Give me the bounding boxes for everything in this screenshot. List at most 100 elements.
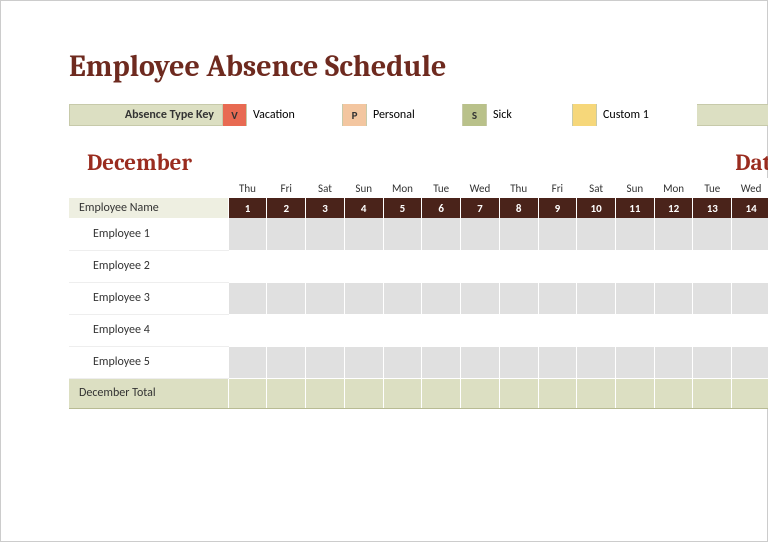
vacation-label: Vacation — [247, 104, 342, 126]
schedule-cell[interactable] — [577, 250, 616, 282]
schedule-cell[interactable] — [577, 346, 616, 378]
schedule-cell[interactable] — [228, 314, 267, 346]
sick-label: Sick — [487, 104, 572, 126]
dow-cell: Sat — [306, 178, 345, 198]
schedule-cell[interactable] — [615, 282, 654, 314]
schedule-cell[interactable] — [732, 218, 768, 250]
schedule-cell[interactable] — [615, 314, 654, 346]
dow-cell: Tue — [422, 178, 461, 198]
absence-key-row: Absence Type Key V Vacation P Personal S… — [69, 104, 768, 126]
schedule-cell[interactable] — [538, 314, 577, 346]
schedule-cell[interactable] — [267, 282, 306, 314]
schedule-cell[interactable] — [422, 250, 461, 282]
schedule-cell[interactable] — [654, 346, 693, 378]
schedule-cell[interactable] — [461, 346, 500, 378]
schedule-cell[interactable] — [499, 314, 538, 346]
day-num-cell: 1 — [228, 198, 267, 218]
schedule-cell[interactable] — [538, 346, 577, 378]
schedule-cell[interactable] — [228, 282, 267, 314]
dow-cell: Sat — [577, 178, 616, 198]
table-row: Employee 2 — [69, 250, 768, 282]
employee-name-cell[interactable]: Employee 1 — [69, 218, 228, 250]
day-num-cell: 7 — [461, 198, 500, 218]
schedule-cell[interactable] — [538, 282, 577, 314]
total-cell — [228, 378, 267, 408]
schedule-cell[interactable] — [615, 250, 654, 282]
schedule-cell[interactable] — [577, 314, 616, 346]
employee-name-cell[interactable]: Employee 3 — [69, 282, 228, 314]
schedule-cell[interactable] — [383, 218, 422, 250]
schedule-cell[interactable] — [267, 314, 306, 346]
day-num-cell: 2 — [267, 198, 306, 218]
schedule-cell[interactable] — [577, 218, 616, 250]
schedule-cell[interactable] — [422, 346, 461, 378]
schedule-cell[interactable] — [461, 282, 500, 314]
schedule-cell[interactable] — [461, 250, 500, 282]
schedule-cell[interactable] — [732, 282, 768, 314]
schedule-cell[interactable] — [499, 250, 538, 282]
day-num-cell: 12 — [654, 198, 693, 218]
schedule-cell[interactable] — [267, 346, 306, 378]
schedule-cell[interactable] — [654, 250, 693, 282]
schedule-cell[interactable] — [615, 346, 654, 378]
schedule-cell[interactable] — [383, 314, 422, 346]
schedule-cell[interactable] — [228, 218, 267, 250]
schedule-cell[interactable] — [499, 218, 538, 250]
employee-name-cell[interactable]: Employee 4 — [69, 314, 228, 346]
schedule-cell[interactable] — [306, 282, 345, 314]
schedule-cell[interactable] — [267, 218, 306, 250]
schedule-cell[interactable] — [306, 346, 345, 378]
day-num-cell: 14 — [732, 198, 768, 218]
schedule-cell[interactable] — [654, 282, 693, 314]
schedule-cell[interactable] — [499, 346, 538, 378]
dow-cell: Fri — [267, 178, 306, 198]
schedule-cell[interactable] — [422, 314, 461, 346]
schedule-cell[interactable] — [306, 218, 345, 250]
schedule-cell[interactable] — [538, 250, 577, 282]
schedule-cell[interactable] — [344, 314, 383, 346]
schedule-cell[interactable] — [693, 282, 732, 314]
day-num-cell: 9 — [538, 198, 577, 218]
employee-name-cell[interactable]: Employee 5 — [69, 346, 228, 378]
table-row: Employee 5 — [69, 346, 768, 378]
dates-heading-partial: Dat — [735, 149, 768, 178]
schedule-cell[interactable] — [306, 250, 345, 282]
schedule-cell[interactable] — [306, 314, 345, 346]
schedule-cell[interactable] — [693, 218, 732, 250]
schedule-cell[interactable] — [344, 282, 383, 314]
schedule-cell[interactable] — [693, 250, 732, 282]
employee-name-cell[interactable]: Employee 2 — [69, 250, 228, 282]
schedule-cell[interactable] — [461, 314, 500, 346]
schedule-cell[interactable] — [732, 250, 768, 282]
schedule-cell[interactable] — [732, 346, 768, 378]
schedule-cell[interactable] — [577, 282, 616, 314]
schedule-cell[interactable] — [344, 346, 383, 378]
schedule-cell[interactable] — [499, 282, 538, 314]
schedule-cell[interactable] — [344, 218, 383, 250]
total-cell — [422, 378, 461, 408]
dow-cell: Tue — [693, 178, 732, 198]
schedule-cell[interactable] — [615, 218, 654, 250]
schedule-cell[interactable] — [693, 346, 732, 378]
schedule-cell[interactable] — [654, 314, 693, 346]
schedule-cell[interactable] — [344, 250, 383, 282]
personal-swatch: P — [342, 104, 367, 126]
month-name: December — [69, 149, 221, 178]
schedule-cell[interactable] — [654, 218, 693, 250]
total-cell — [461, 378, 500, 408]
schedule-cell[interactable] — [422, 218, 461, 250]
page-title: Employee Absence Schedule — [69, 49, 767, 84]
schedule-cell[interactable] — [383, 250, 422, 282]
schedule-cell[interactable] — [693, 314, 732, 346]
schedule-cell[interactable] — [383, 282, 422, 314]
schedule-cell[interactable] — [461, 218, 500, 250]
schedule-cell[interactable] — [732, 314, 768, 346]
dow-cell: Sun — [344, 178, 383, 198]
schedule-cell[interactable] — [228, 346, 267, 378]
schedule-cell[interactable] — [422, 282, 461, 314]
dow-cell: Wed — [732, 178, 768, 198]
schedule-cell[interactable] — [383, 346, 422, 378]
schedule-cell[interactable] — [228, 250, 267, 282]
schedule-cell[interactable] — [267, 250, 306, 282]
schedule-cell[interactable] — [538, 218, 577, 250]
